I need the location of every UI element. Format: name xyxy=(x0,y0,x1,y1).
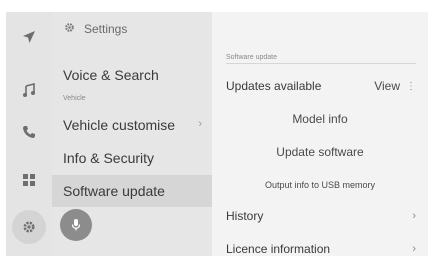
software-update-panel: Software update Updates available View ⋮… xyxy=(212,12,428,256)
section-label-vehicle: Vehicle xyxy=(63,95,86,102)
icon-rail xyxy=(6,12,52,256)
settings-gear-icon[interactable] xyxy=(19,217,39,237)
model-info-label: Model info xyxy=(292,112,348,126)
menu-item-voice-search[interactable]: Voice & Search xyxy=(52,59,212,91)
view-group: View ⋮ xyxy=(374,79,416,93)
music-note-icon[interactable] xyxy=(19,80,39,100)
update-software-label: Update software xyxy=(276,145,364,159)
apps-grid-icon[interactable] xyxy=(19,170,39,190)
update-software-button[interactable]: Update software xyxy=(212,136,428,168)
licence-information-label: Licence information xyxy=(226,242,331,256)
kebab-menu-icon[interactable]: ⋮ xyxy=(406,81,416,92)
voice-mic-button[interactable] xyxy=(60,209,92,241)
software-update-section-label: Software update xyxy=(226,54,277,61)
menu-item-info-security[interactable]: Info & Security xyxy=(52,142,212,174)
menu-item-label: Info & Security xyxy=(63,150,155,166)
section-divider xyxy=(226,63,416,64)
updates-available-label: Updates available xyxy=(226,79,322,93)
output-usb-button[interactable]: Output info to USB memory xyxy=(212,169,428,201)
navigation-icon[interactable] xyxy=(19,27,39,47)
head-unit-screen: Settings Voice & Search Vehicle Vehicle … xyxy=(6,12,428,256)
history-label: History xyxy=(226,209,264,223)
phone-icon[interactable] xyxy=(19,122,39,142)
chevron-right-icon: › xyxy=(412,210,416,222)
menu-item-label: Vehicle customise xyxy=(63,117,176,133)
model-info-button[interactable]: Model info xyxy=(212,103,428,135)
chevron-right-icon: › xyxy=(412,243,416,255)
history-row[interactable]: History › xyxy=(212,200,428,232)
output-usb-label: Output info to USB memory xyxy=(264,180,376,190)
settings-menu-panel: Settings Voice & Search Vehicle Vehicle … xyxy=(52,12,212,256)
settings-header: Settings xyxy=(64,20,127,38)
menu-item-software-update[interactable]: Software update xyxy=(52,175,212,207)
view-button[interactable]: View xyxy=(374,79,400,93)
settings-gear-icon xyxy=(64,22,75,36)
chevron-right-icon: › xyxy=(198,118,202,130)
menu-item-vehicle-customise[interactable]: Vehicle customise › xyxy=(52,109,212,141)
licence-information-row[interactable]: Licence information › xyxy=(212,233,428,256)
menu-item-label: Software update xyxy=(63,183,165,199)
microphone-icon xyxy=(71,219,81,231)
menu-item-label: Voice & Search xyxy=(63,67,159,83)
settings-title: Settings xyxy=(84,22,128,36)
updates-available-row[interactable]: Updates available View ⋮ xyxy=(212,70,428,102)
